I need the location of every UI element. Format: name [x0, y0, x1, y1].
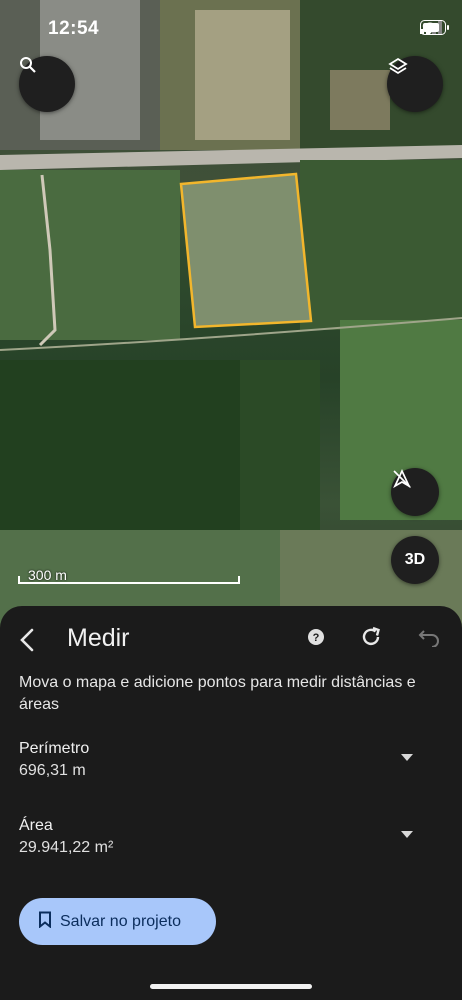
area-value: 29.941,22 m²	[19, 839, 114, 856]
perimeter-label: Perímetro	[19, 740, 90, 757]
3d-toggle-button[interactable]: 3D	[391, 536, 439, 584]
sheet-header: Medir ?	[0, 620, 462, 660]
back-button[interactable]	[14, 624, 42, 656]
satellite-map[interactable]: 12:54 3D 300 m	[0, 0, 462, 630]
refresh-button[interactable]	[358, 626, 384, 652]
svg-text:?: ?	[313, 632, 320, 644]
scale-bar: 300 m	[18, 564, 240, 584]
home-indicator[interactable]	[150, 984, 312, 989]
perimeter-row[interactable]: Perímetro 696,31 m	[19, 740, 443, 780]
sheet-title: Medir	[67, 624, 130, 652]
help-icon: ?	[307, 628, 325, 651]
compass-button[interactable]	[391, 468, 439, 516]
instructions-text: Mova o mapa e adicione pontos para medir…	[19, 674, 416, 713]
measure-sheet: Medir ? Mova o mapa e adicione pontos pa…	[0, 606, 462, 1000]
3d-label: 3D	[404, 551, 426, 568]
area-dropdown-icon[interactable]	[401, 831, 413, 838]
back-arrow-icon	[14, 628, 42, 660]
undo-button[interactable]	[416, 626, 442, 652]
save-to-project-button[interactable]: Salvar no projeto	[19, 898, 216, 945]
search-button[interactable]	[19, 56, 75, 112]
help-button[interactable]: ?	[303, 626, 329, 652]
status-time: 12:54	[48, 18, 100, 39]
refresh-icon	[359, 625, 383, 654]
save-to-project-label: Salvar no projeto	[60, 912, 181, 930]
measured-area-fill	[181, 174, 311, 327]
bookmark-icon	[38, 911, 52, 933]
scale-line	[18, 576, 240, 584]
undo-icon	[418, 627, 440, 652]
area-label: Área	[19, 817, 53, 834]
area-row[interactable]: Área 29.941,22 m²	[19, 817, 443, 857]
layers-button[interactable]	[387, 56, 443, 112]
perimeter-dropdown-icon[interactable]	[401, 754, 413, 761]
perimeter-value: 696,31 m	[19, 762, 86, 779]
